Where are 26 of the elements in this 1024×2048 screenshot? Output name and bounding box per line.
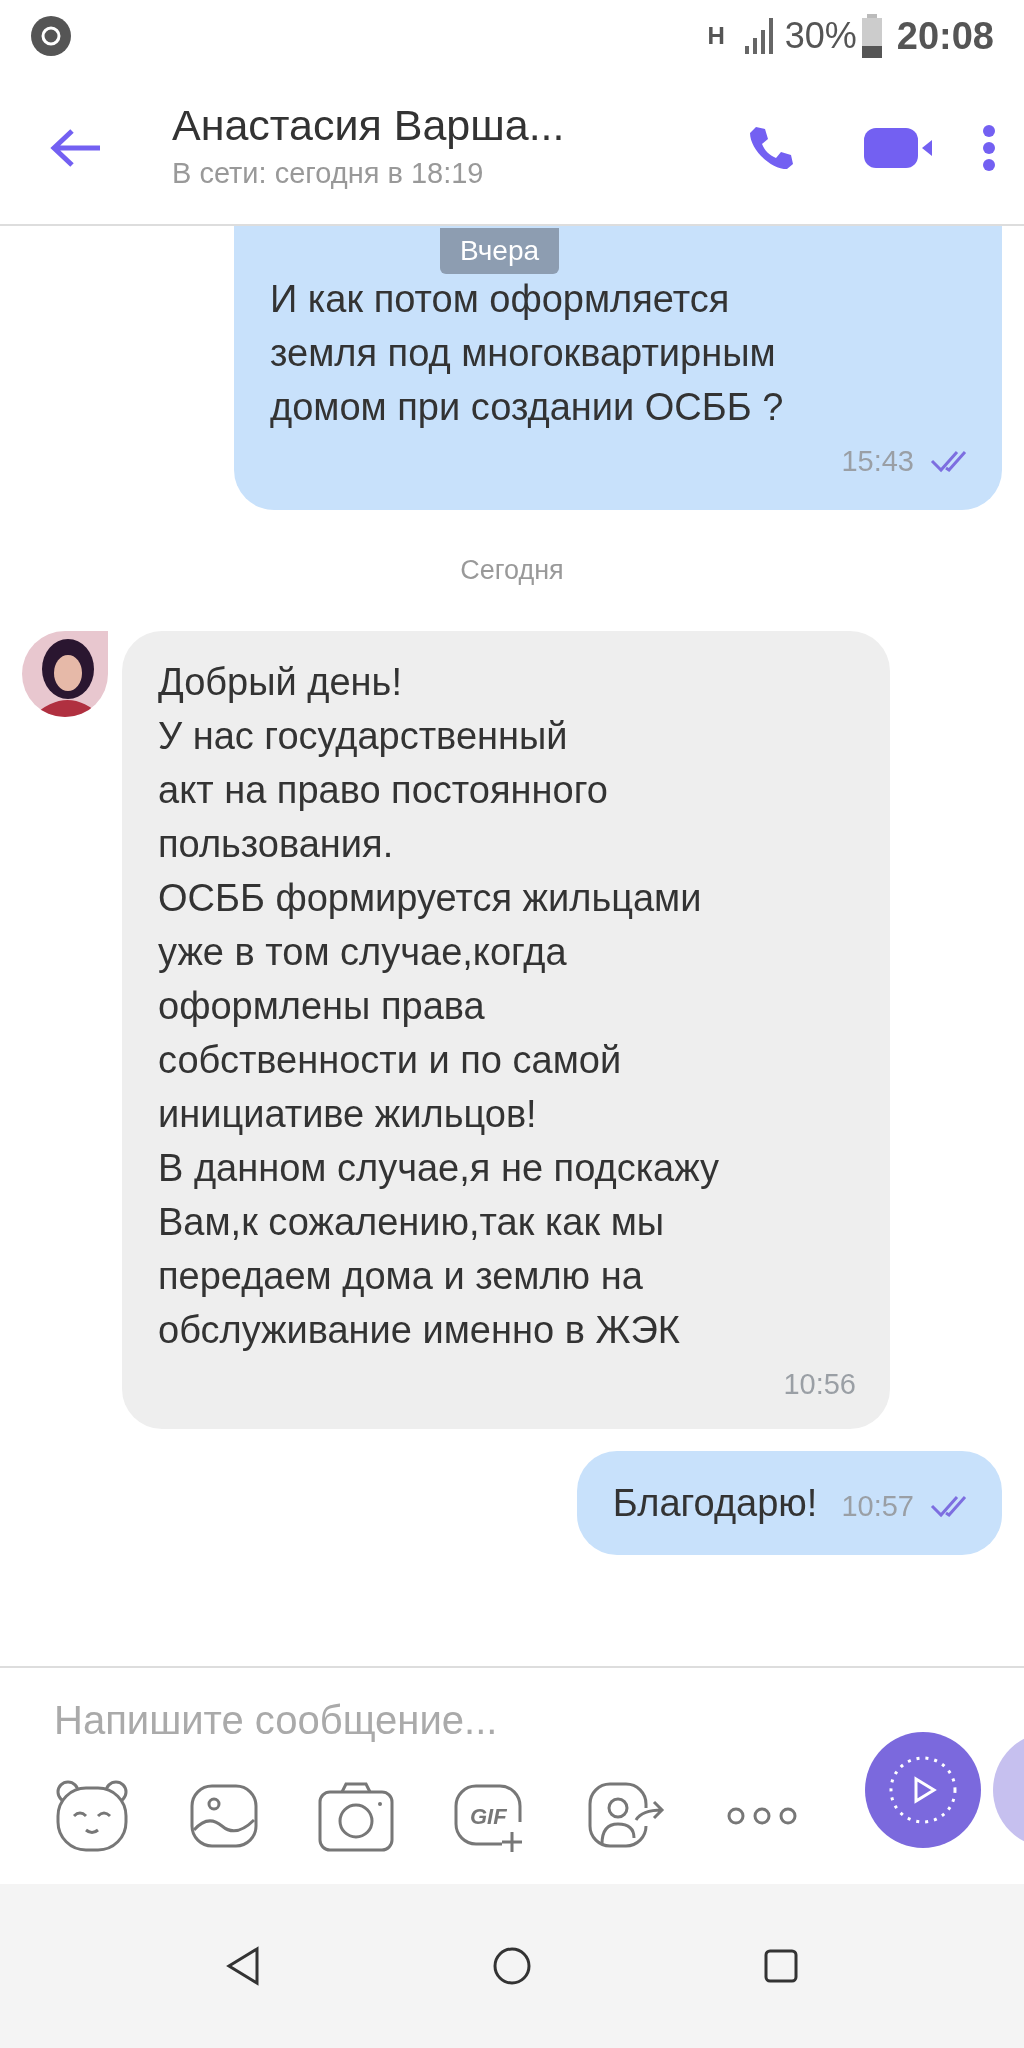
- back-nav-icon[interactable]: [225, 1946, 262, 1986]
- message-input[interactable]: Напишите сообщение...: [0, 1668, 800, 1750]
- date-separator: Сегодня: [459, 554, 565, 587]
- home-nav-icon[interactable]: [492, 1946, 532, 1986]
- gif-button[interactable]: GIF: [452, 1778, 528, 1854]
- message-time: 10:57: [841, 1488, 914, 1524]
- recent-apps-icon[interactable]: [762, 1948, 799, 1984]
- phone-icon[interactable]: [748, 125, 794, 171]
- message-time: 15:43: [841, 444, 914, 479]
- contact-name: Анастасия Варша...: [172, 100, 566, 152]
- message-text: Добрый день! У нас государственный акт на право постоянного пользования. ОСББ формируется жильцами уже в том случае,когда оформлены права собственности и по самой инициативе жильцов! В данном случае,я не подскажу Вам,к сожалению,так как мы передаем дома и землю на обслуживание именно в ЖЭК: [158, 659, 721, 1353]
- clock: 20:08: [896, 13, 994, 59]
- back-arrow-icon[interactable]: [50, 128, 102, 168]
- more-options-icon[interactable]: [982, 124, 996, 172]
- video-camera-icon[interactable]: [864, 128, 932, 168]
- battery-percent: 30%: [784, 14, 857, 58]
- browser-icon: [30, 15, 72, 57]
- network-type: H: [707, 21, 725, 51]
- message-text: Благодарю!: [612, 1480, 818, 1526]
- sticker-icon[interactable]: [54, 1778, 130, 1854]
- last-seen-text: В сети: сегодня в 18:19: [172, 156, 485, 192]
- battery-icon: [860, 14, 883, 58]
- date-label: Вчера: [440, 228, 560, 274]
- message-time: 10:56: [783, 1366, 856, 1402]
- message-text: И как потом оформляется земля под многоквартирным домом при создании ОСББ ?: [270, 277, 785, 430]
- play-icon: [888, 1755, 958, 1825]
